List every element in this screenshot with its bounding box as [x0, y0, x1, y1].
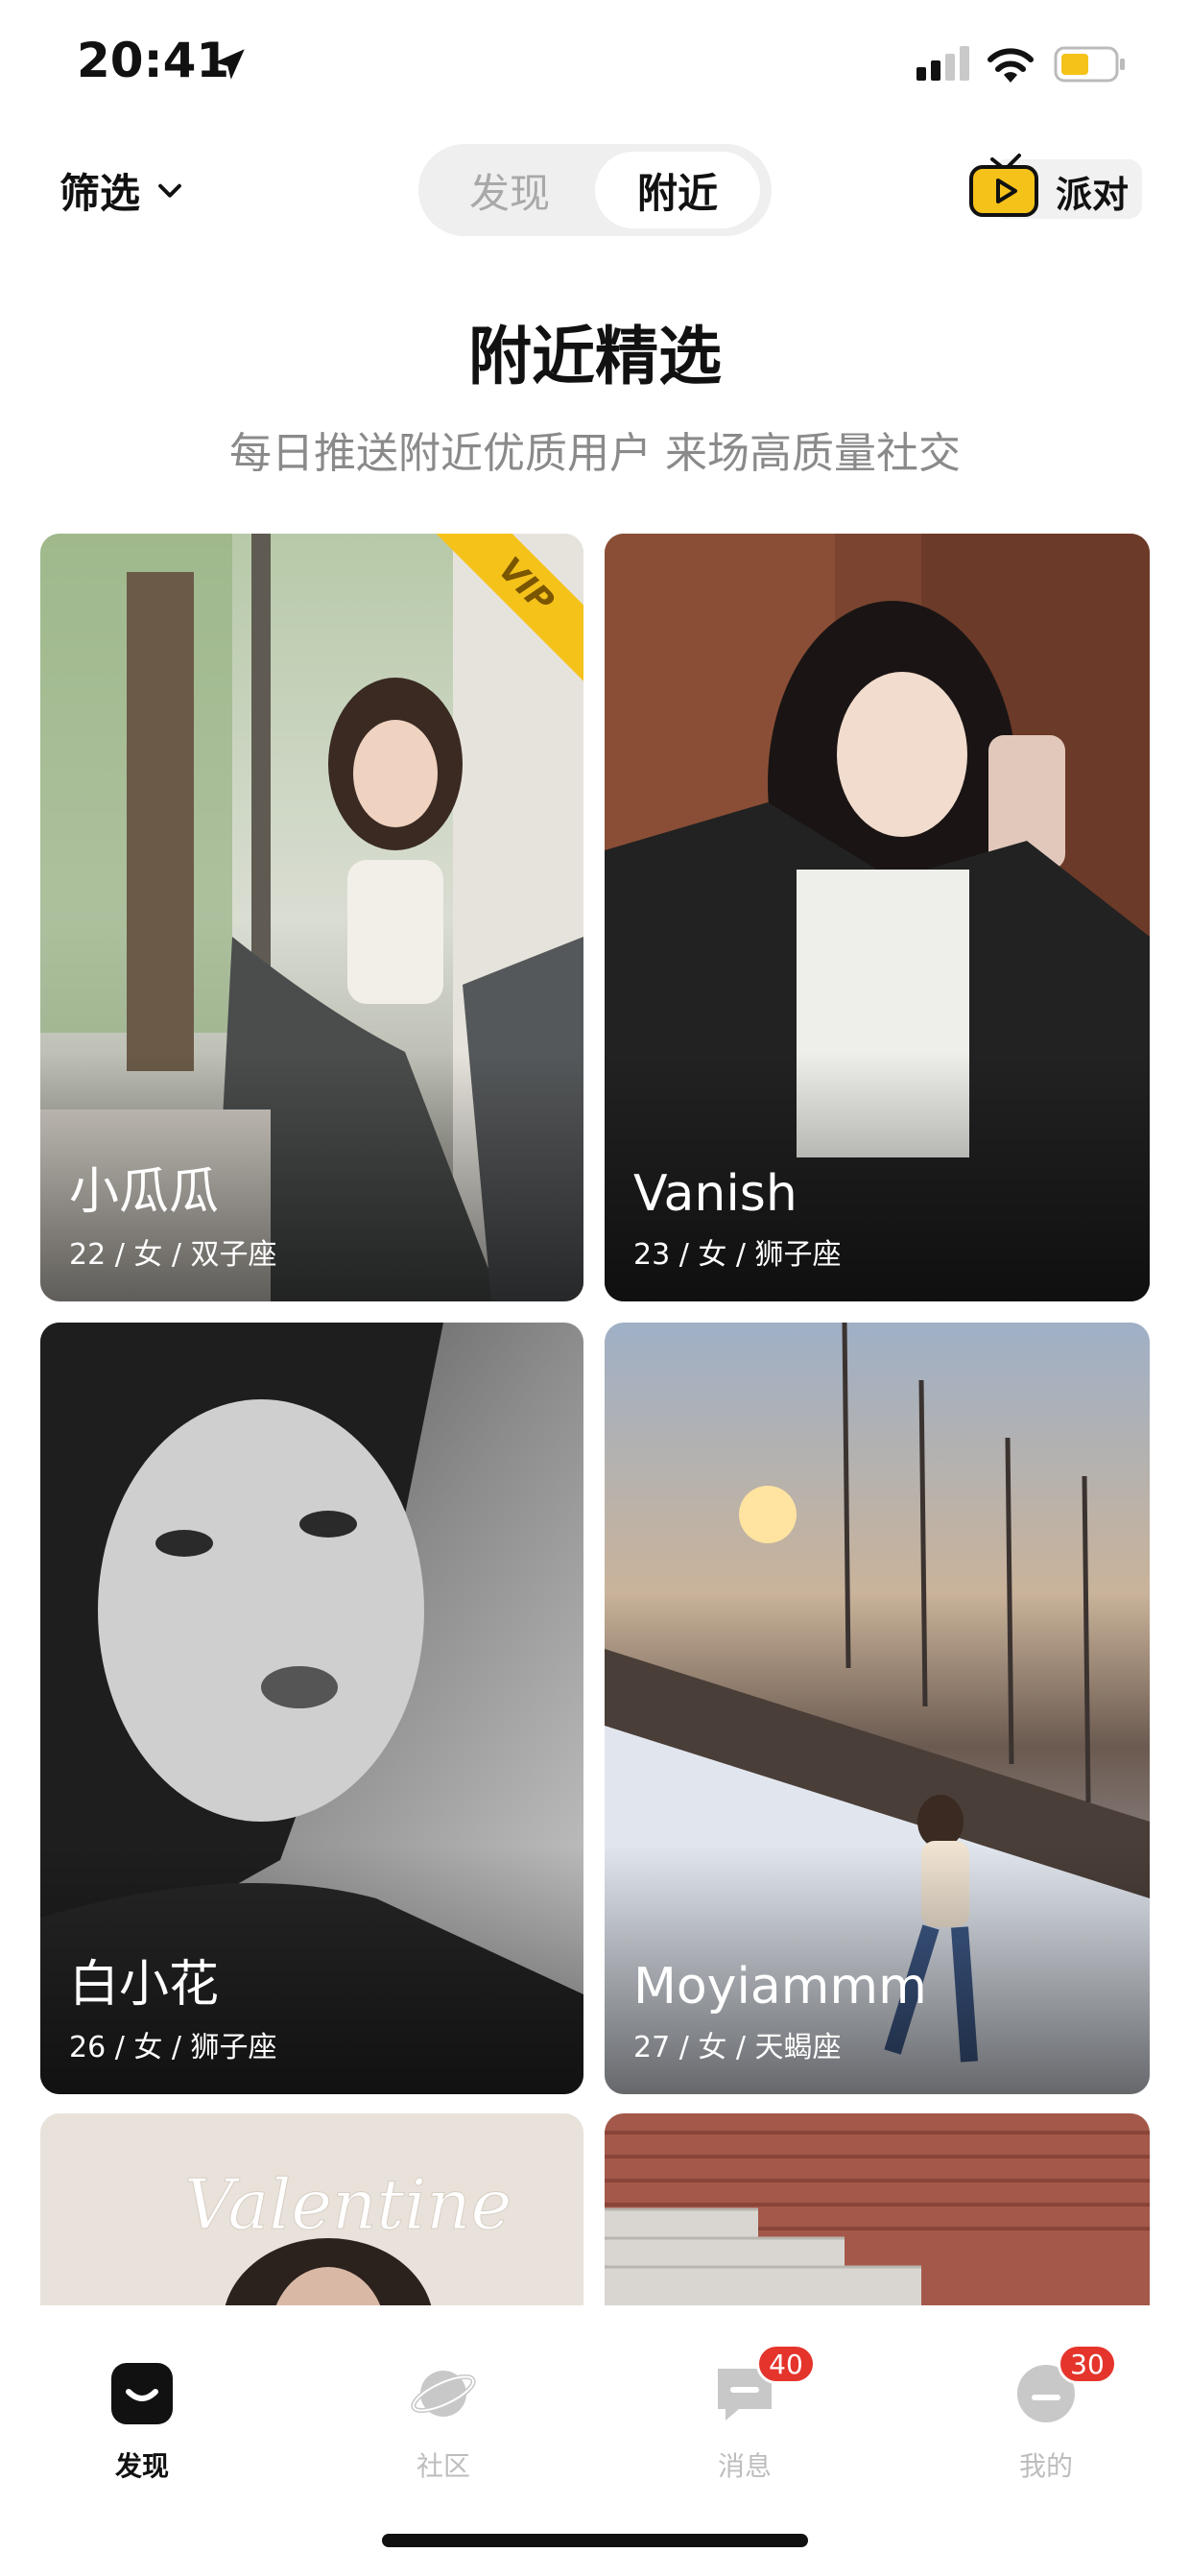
user-name: Moyiammm — [633, 1958, 927, 2015]
valentine-text: Valentine — [184, 2164, 512, 2245]
tab-label: 我的 — [1018, 2450, 1073, 2482]
tab-discover-bottom[interactable]: 发现 — [46, 2359, 238, 2484]
user-meta: 26 / 女 / 狮子座 — [69, 2031, 277, 2064]
tab-label: 社区 — [416, 2450, 470, 2482]
status-bar: 20:41 — [0, 0, 1190, 134]
tab-label: 消息 — [717, 2450, 772, 2482]
wifi-icon — [988, 48, 1034, 83]
tab-label: 发现 — [114, 2450, 169, 2482]
filter-label: 筛选 — [60, 169, 141, 217]
user-name: Vanish — [633, 1165, 797, 1223]
party-button[interactable]: 派对 — [964, 148, 1142, 221]
filter-button[interactable]: 筛选 — [60, 161, 186, 219]
user-name: 白小花 — [69, 1956, 220, 2014]
discover-icon — [111, 2363, 173, 2424]
user-photo — [605, 2113, 1150, 2305]
tab-discover[interactable]: 发现 — [438, 152, 582, 228]
user-meta: 23 / 女 / 狮子座 — [633, 1238, 842, 1272]
home-indicator — [382, 2534, 808, 2547]
location-arrow-icon — [214, 49, 245, 80]
tab-community[interactable]: 社区 — [347, 2359, 539, 2484]
user-card[interactable]: Moyiammm 27 / 女 / 天蝎座 — [605, 1323, 1150, 2094]
battery-icon — [1054, 46, 1125, 83]
segment-control: 发现 附近 — [418, 144, 772, 236]
tab-messages[interactable]: 消息 40 — [649, 2344, 841, 2484]
tab-nearby[interactable]: 附近 — [595, 152, 760, 228]
tab-profile[interactable]: 我的 30 — [950, 2344, 1142, 2484]
page-subtitle: 每日推送附近优质用户 来场高质量社交 — [229, 429, 961, 478]
user-card[interactable]: VIP 小瓜瓜 22 / 女 / 双子座 — [40, 534, 583, 1301]
user-meta: 27 / 女 / 天蝎座 — [633, 2031, 842, 2064]
page-title: 附近精选 — [468, 320, 722, 394]
chevron-down-icon — [158, 183, 181, 198]
user-card[interactable] — [605, 2113, 1150, 2305]
user-name: 小瓜瓜 — [69, 1163, 220, 1221]
user-card[interactable]: 白小花 26 / 女 / 狮子座 — [40, 1323, 583, 2094]
signal-icon — [916, 46, 969, 81]
user-card[interactable]: Valentine — [40, 2113, 583, 2305]
status-time: 20:41 — [77, 33, 230, 88]
tv-play-icon — [969, 154, 1038, 217]
party-label: 派对 — [1056, 174, 1130, 216]
planet-icon — [411, 2371, 476, 2417]
user-meta: 22 / 女 / 双子座 — [69, 1238, 277, 1272]
profile-count-badge: 30 — [1058, 2344, 1117, 2384]
message-count-badge: 40 — [756, 2344, 816, 2384]
user-photo: Valentine — [40, 2113, 583, 2305]
user-card[interactable]: Vanish 23 / 女 / 狮子座 — [605, 534, 1150, 1301]
